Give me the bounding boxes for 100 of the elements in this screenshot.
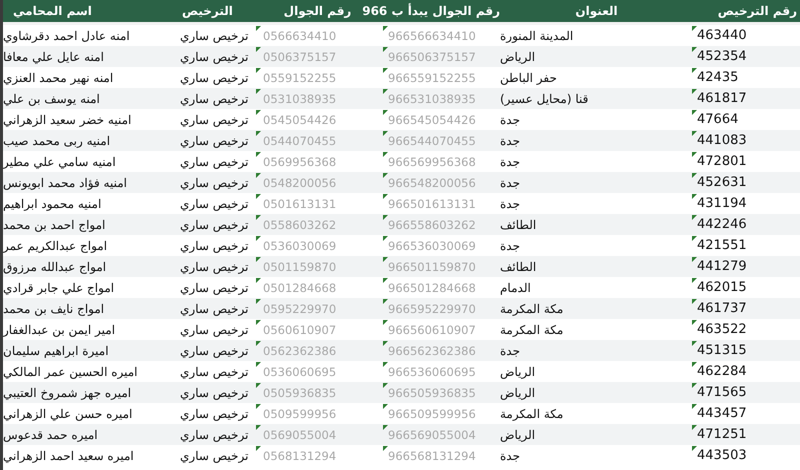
license-status-cell: ترخيص ساري bbox=[180, 112, 248, 126]
error-indicator-icon bbox=[692, 152, 697, 157]
mobile-number-cell: 966559152255 bbox=[388, 70, 476, 84]
column-header: الترخيص bbox=[182, 4, 233, 18]
error-indicator-icon bbox=[692, 236, 697, 241]
license-number-cell: 462015 bbox=[697, 280, 747, 295]
license-number-cell: 472801 bbox=[697, 154, 747, 169]
error-indicator-icon bbox=[692, 110, 697, 115]
license-number-cell: 442246 bbox=[697, 217, 747, 232]
lawyer-name-cell: امواج نايف بن محمد bbox=[3, 302, 104, 316]
city-cell: مكة المكرمة bbox=[500, 322, 564, 336]
license-number-cell: 421551 bbox=[697, 238, 747, 253]
error-indicator-icon bbox=[383, 278, 388, 283]
city-cell: مكة المكرمة bbox=[500, 302, 564, 316]
mobile-number-cell: 966536060695 bbox=[388, 364, 476, 378]
city-cell: الرياض bbox=[500, 428, 536, 442]
city-cell: جدة bbox=[500, 238, 520, 252]
city-cell: حفر الباطن bbox=[500, 70, 557, 84]
error-indicator-icon bbox=[692, 320, 697, 325]
city-cell: الطائف bbox=[500, 260, 536, 274]
error-indicator-icon bbox=[256, 446, 261, 451]
lawyer-name-cell: امواج عبدالله مرزوق bbox=[3, 260, 106, 274]
mobile-number-cell: 0531038935 bbox=[263, 92, 336, 106]
mobile-number-cell: 966506375157 bbox=[388, 50, 476, 64]
mobile-number-cell: 0548200056 bbox=[263, 176, 336, 190]
lawyer-name-cell: اميرة ابراهيم سليمان bbox=[3, 344, 109, 358]
city-cell: الرياض bbox=[500, 386, 536, 400]
mobile-number-cell: 966569055004 bbox=[388, 428, 476, 442]
error-indicator-icon bbox=[692, 215, 697, 220]
license-number-cell: 462284 bbox=[697, 364, 747, 379]
license-status-cell: ترخيص ساري bbox=[180, 364, 248, 378]
error-indicator-icon bbox=[383, 236, 388, 241]
lawyer-name-cell: امنه نهير محمد العنزي bbox=[3, 70, 114, 84]
mobile-number-cell: 0545054426 bbox=[263, 112, 336, 126]
mobile-number-cell: 0544070455 bbox=[263, 134, 336, 148]
mobile-number-cell: 966548200056 bbox=[388, 176, 476, 190]
lawyer-name-cell: امنيه فؤاد محمد ابويونس bbox=[3, 176, 127, 190]
city-cell: جدة bbox=[500, 134, 520, 148]
license-number-cell: 471565 bbox=[697, 385, 747, 400]
error-indicator-icon bbox=[256, 131, 261, 136]
license-status-cell: ترخيص ساري bbox=[180, 176, 248, 190]
lawyer-name-cell: امنيه محمود ابراهيم bbox=[3, 196, 102, 210]
error-indicator-icon bbox=[256, 320, 261, 325]
license-number-cell: 452354 bbox=[697, 49, 747, 64]
mobile-number-cell: 0501159870 bbox=[263, 260, 336, 274]
lawyer-name-cell: امنيه خضر سعيد الزهراني bbox=[3, 112, 132, 126]
license-status-cell: ترخيص ساري bbox=[180, 70, 248, 84]
error-indicator-icon bbox=[256, 278, 261, 283]
license-number-cell: 47664 bbox=[697, 112, 738, 127]
mobile-number-cell: 0536060695 bbox=[263, 364, 336, 378]
error-indicator-icon bbox=[256, 89, 261, 94]
error-indicator-icon bbox=[383, 152, 388, 157]
city-cell: جدة bbox=[500, 112, 520, 126]
mobile-number-cell: 966531038935 bbox=[388, 92, 476, 106]
license-number-cell: 431194 bbox=[697, 196, 747, 211]
column-header: العنوان bbox=[575, 4, 618, 18]
mobile-number-cell: 966566634410 bbox=[388, 28, 476, 42]
city-cell: الرياض bbox=[500, 50, 536, 64]
city-cell: المدينة المنورة bbox=[500, 28, 574, 42]
mobile-number-cell: 0568131294 bbox=[263, 448, 336, 462]
license-number-cell: 441279 bbox=[697, 259, 747, 274]
error-indicator-icon bbox=[383, 362, 388, 367]
error-indicator-icon bbox=[256, 341, 261, 346]
error-indicator-icon bbox=[256, 110, 261, 115]
license-status-cell: ترخيص ساري bbox=[180, 196, 248, 210]
error-indicator-icon bbox=[383, 257, 388, 262]
city-cell: الدمام bbox=[500, 280, 531, 294]
city-cell: جدة bbox=[500, 154, 520, 168]
license-number-cell: 443457 bbox=[697, 406, 747, 421]
mobile-number-cell: 966560610907 bbox=[388, 322, 476, 336]
lawyer-name-cell: اميره جهز شمروخ العتيبي bbox=[3, 386, 132, 400]
city-cell: جدة bbox=[500, 196, 520, 210]
license-number-cell: 463440 bbox=[697, 28, 747, 43]
mobile-number-cell: 966545054426 bbox=[388, 112, 476, 126]
error-indicator-icon bbox=[383, 320, 388, 325]
mobile-number-cell: 0536030069 bbox=[263, 238, 336, 252]
lawyer-name-cell: امواج علي جابر قرادي bbox=[3, 280, 114, 294]
license-status-cell: ترخيص ساري bbox=[180, 92, 248, 106]
error-indicator-icon bbox=[256, 194, 261, 199]
column-header: رقم الترخيص bbox=[718, 4, 797, 18]
error-indicator-icon bbox=[256, 152, 261, 157]
license-status-cell: ترخيص ساري bbox=[180, 302, 248, 316]
error-indicator-icon bbox=[256, 173, 261, 178]
error-indicator-icon bbox=[383, 446, 388, 451]
mobile-number-cell: 966558603262 bbox=[388, 218, 476, 232]
error-indicator-icon bbox=[256, 257, 261, 262]
lawyer-name-cell: اميره حمد قدعوس bbox=[3, 428, 98, 442]
error-indicator-icon bbox=[692, 404, 697, 409]
column-header: رقم الجوال يبدأ ب 966 bbox=[362, 4, 500, 18]
error-indicator-icon bbox=[383, 215, 388, 220]
license-number-cell: 461737 bbox=[697, 301, 747, 316]
error-indicator-icon bbox=[383, 131, 388, 136]
license-number-cell: 452631 bbox=[697, 175, 747, 190]
error-indicator-icon bbox=[256, 236, 261, 241]
license-status-cell: ترخيص ساري bbox=[180, 28, 248, 42]
mobile-number-cell: 966501613131 bbox=[388, 196, 476, 210]
mobile-number-cell: 966501159870 bbox=[388, 260, 476, 274]
mobile-number-cell: 0558603262 bbox=[263, 218, 336, 232]
mobile-number-cell: 0501613131 bbox=[263, 196, 336, 210]
lawyer-name-cell: امنه يوسف بن علي bbox=[3, 92, 100, 106]
